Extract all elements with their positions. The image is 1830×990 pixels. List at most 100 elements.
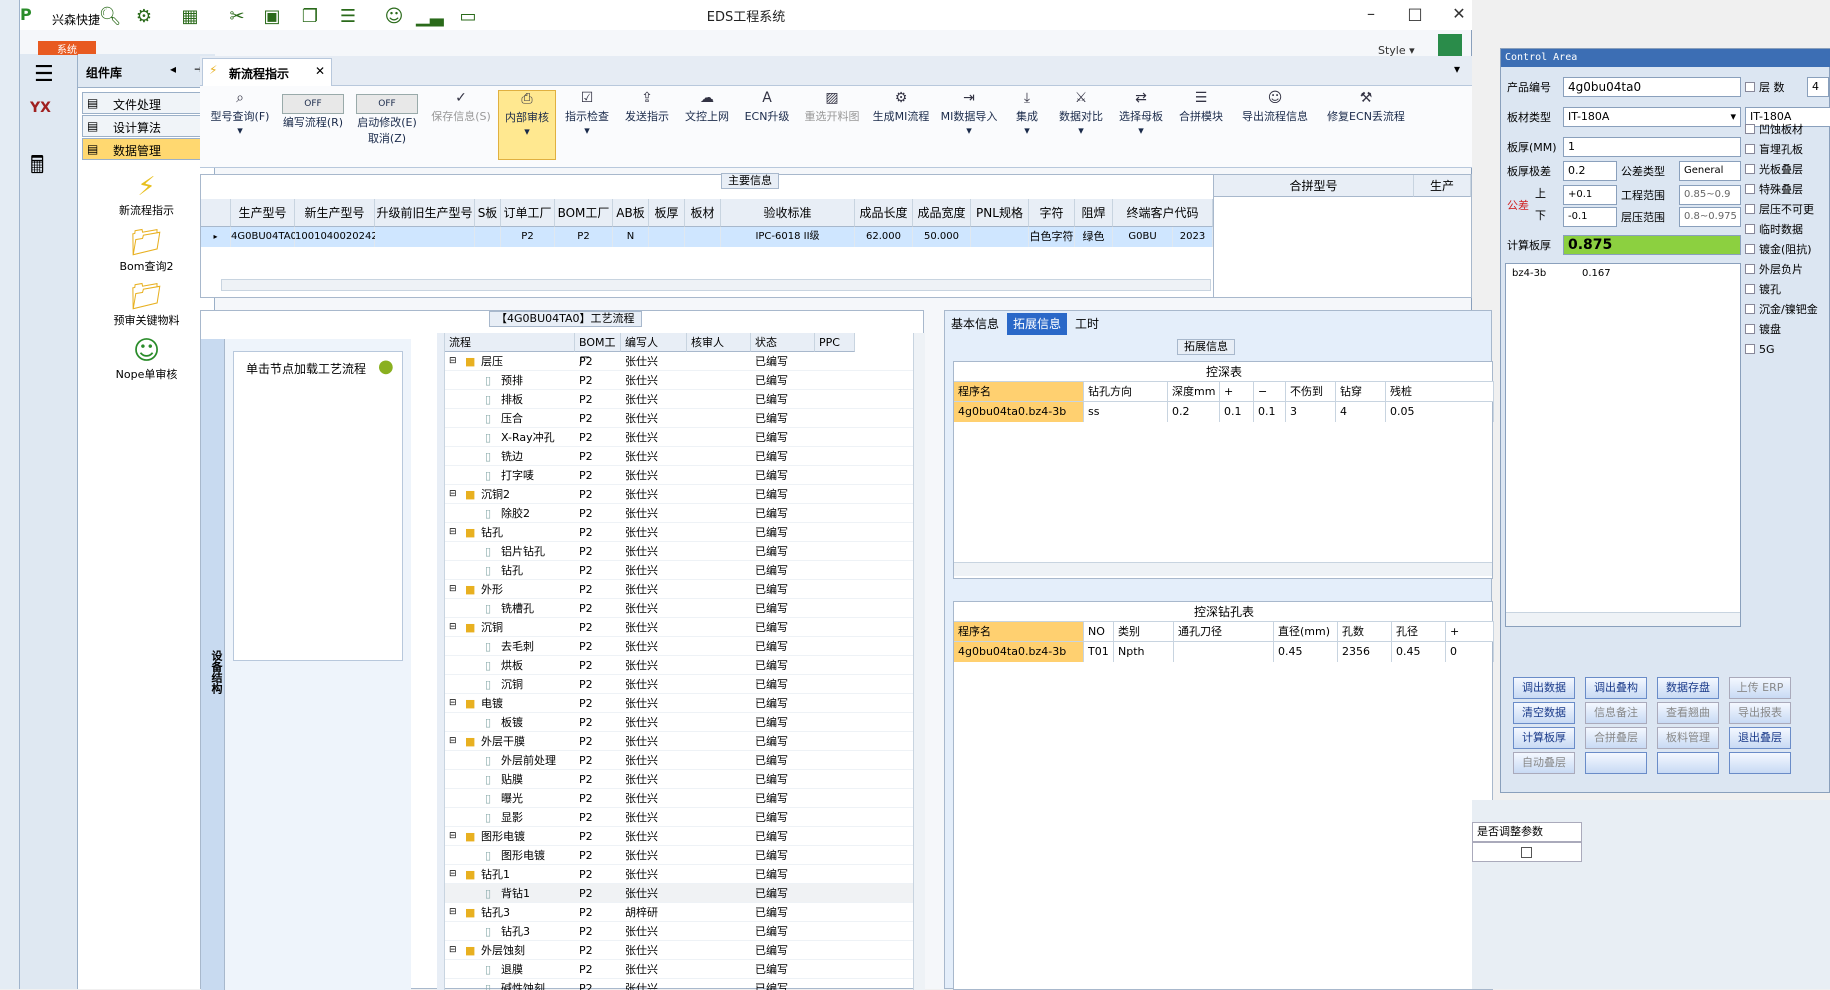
cell[interactable]: 62.000 xyxy=(855,227,913,247)
control-button[interactable]: 自动叠层 xyxy=(1513,752,1575,774)
expand-icon[interactable]: ⊟ xyxy=(449,827,457,846)
tree-row[interactable]: ▯ 压合 P2 张仕兴 已编写 xyxy=(445,409,915,428)
col-header[interactable]: BOM工厂 xyxy=(575,333,621,368)
cell[interactable]: 3 xyxy=(1286,402,1336,422)
cell[interactable] xyxy=(475,227,501,247)
list-item[interactable]: bz4-3b xyxy=(1512,268,1546,279)
col-header[interactable]: 板材 xyxy=(685,199,721,227)
expand-icon[interactable]: ⊟ xyxy=(449,865,457,884)
tree-row[interactable]: ▯ X-Ray冲孔 P2 张仕兴 已编写 xyxy=(445,428,915,447)
upload-button[interactable]: ☁ 文控上网 xyxy=(678,90,736,160)
tree-row[interactable]: ▯ 铝片钻孔 P2 张仕兴 已编写 xyxy=(445,542,915,561)
horizontal-scrollbar[interactable] xyxy=(221,279,1211,291)
tree-row[interactable]: ▯ 图形电镀 P2 张仕兴 已编写 xyxy=(445,846,915,865)
control-button[interactable] xyxy=(1657,752,1719,774)
col-header[interactable]: 钻穿 xyxy=(1336,382,1386,402)
cell[interactable]: 0.1 xyxy=(1254,402,1286,422)
layer-input[interactable]: 4 xyxy=(1807,77,1829,97)
col-header[interactable]: 板厚 xyxy=(649,199,685,227)
col-header[interactable]: 核审人 xyxy=(687,333,751,352)
control-button[interactable]: 调出叠构 xyxy=(1585,677,1647,699)
col-header[interactable]: 订单工厂 xyxy=(501,199,555,227)
integrate-button[interactable]: ⤓ 集成 ▾ xyxy=(1004,90,1050,160)
col-header[interactable]: 孔径 xyxy=(1392,622,1446,642)
tree-row[interactable]: ▯ 碱性蚀刻 P2 张仕兴 已编写 xyxy=(445,979,915,990)
tree-row[interactable]: ▯ 外层前处理 P2 张仕兴 已编写 xyxy=(445,751,915,770)
expand-icon[interactable]: ⊟ xyxy=(449,694,457,713)
tree-row[interactable]: ▯ 去毛刺 P2 张仕兴 已编写 xyxy=(445,637,915,656)
tree-row[interactable]: ⊟ ■ 钻孔3 P2 胡梓研 已编写 xyxy=(445,903,915,922)
cell[interactable]: 白色字符 xyxy=(1029,227,1075,247)
tolerance-select[interactable]: 0.2 xyxy=(1563,161,1617,181)
control-button[interactable] xyxy=(1729,752,1791,774)
tree-row[interactable]: ⊟ ■ 钻孔 P2 张仕兴 已编写 xyxy=(445,523,915,542)
tree-row[interactable]: ▯ 打字唛 P2 张仕兴 已编写 xyxy=(445,466,915,485)
tab-work-hours[interactable]: 工时 xyxy=(1069,313,1105,335)
cell[interactable]: 2023 xyxy=(1173,227,1213,247)
col-header[interactable]: PNL规格 xyxy=(971,199,1029,227)
col-header[interactable]: 不伤到 xyxy=(1286,382,1336,402)
col-header[interactable]: 程序名 xyxy=(954,622,1084,642)
cell[interactable]: IPC-6018 II级 xyxy=(721,227,855,247)
close-icon[interactable]: ✕ xyxy=(1444,4,1474,26)
option-checkbox[interactable]: 镀孔 xyxy=(1745,281,1781,299)
cell[interactable]: G0BU xyxy=(1113,227,1173,247)
option-checkbox[interactable]: 凹蚀板材 xyxy=(1745,121,1803,139)
col-header[interactable]: 孔数 xyxy=(1338,622,1392,642)
col-header[interactable]: PPC xyxy=(815,333,855,352)
tolerance-type-select[interactable]: General xyxy=(1679,161,1741,181)
col-header[interactable]: 验收标准 xyxy=(721,199,855,227)
calculator-icon[interactable]: 🖩︎ xyxy=(30,148,44,189)
cell[interactable]: Npth xyxy=(1114,642,1174,662)
compare-button[interactable]: ⚔ 数据对比 ▾ xyxy=(1052,90,1110,160)
product-no-input[interactable]: 4g0bu04ta0 xyxy=(1563,77,1741,97)
model-query-button[interactable]: ⌕ 型号查询(F) ▾ xyxy=(204,90,276,160)
col-header[interactable]: 深度mm xyxy=(1168,382,1220,402)
col-header[interactable]: 合拼型号 xyxy=(1214,175,1414,197)
material-select[interactable]: IT-180A ▾ xyxy=(1563,107,1741,127)
tree-row[interactable]: ⊟ ■ 沉铜2 P2 张仕兴 已编写 xyxy=(445,485,915,504)
expand-icon[interactable]: ⊟ xyxy=(449,485,457,504)
col-header[interactable]: BOM工厂 xyxy=(555,199,613,227)
option-checkbox[interactable]: 镀金(阻抗) xyxy=(1745,241,1812,259)
cell[interactable]: 绿色 xyxy=(1075,227,1113,247)
expand-icon[interactable]: ⊟ xyxy=(449,523,457,542)
col-header[interactable]: 阻焊 xyxy=(1075,199,1113,227)
col-header[interactable]: 直径(mm) xyxy=(1274,622,1338,642)
hamburger-icon[interactable]: ☰ xyxy=(34,62,54,87)
option-checkbox[interactable]: 5G xyxy=(1745,341,1775,359)
col-header[interactable]: AB板 xyxy=(613,199,649,227)
yx-icon[interactable]: YX xyxy=(30,100,51,116)
tree-row[interactable]: ⊟ ■ 电镀 P2 张仕兴 已编写 xyxy=(445,694,915,713)
tree-row[interactable]: ▯ 板镀 P2 张仕兴 已编写 xyxy=(445,713,915,732)
lower-input[interactable]: -0.1 xyxy=(1563,207,1617,227)
control-button[interactable]: 调出数据 xyxy=(1513,677,1575,699)
adjust-params-cell[interactable] xyxy=(1472,842,1582,862)
option-checkbox[interactable]: 镀盘 xyxy=(1745,321,1781,339)
cell[interactable] xyxy=(971,227,1029,247)
nav-new-flow[interactable]: ⚡ 新流程指示 xyxy=(78,172,215,218)
cell[interactable]: 0.05 xyxy=(1386,402,1494,422)
col-header[interactable]: 成品长度 xyxy=(855,199,913,227)
chevron-down-icon[interactable]: ▾ xyxy=(1454,62,1460,76)
mother-board-button[interactable]: ⇄ 选择母板 ▾ xyxy=(1112,90,1170,160)
tab-new-flow[interactable]: ⚡ 新流程指示 ✕ xyxy=(202,58,332,86)
tree-row[interactable]: ⊟ ■ 外层蚀刻 P2 张仕兴 已编写 xyxy=(445,941,915,960)
cell[interactable]: 4g0bu04ta0.bz4-3b xyxy=(954,642,1084,662)
col-header[interactable]: 状态 xyxy=(751,333,815,352)
start-modify-button[interactable]: OFF 启动修改(E) 取消(Z) xyxy=(350,90,424,160)
device-structure-tab[interactable]: 设备结构 xyxy=(201,339,225,990)
check-button[interactable]: ☑ 指示检查 ▾ xyxy=(558,90,616,160)
cell[interactable] xyxy=(375,227,475,247)
reselect-button[interactable]: ▨ 重选开料图 xyxy=(798,90,866,160)
tree-row[interactable]: ▯ 铣边 P2 张仕兴 已编写 xyxy=(445,447,915,466)
ecn-upgrade-button[interactable]: A ECN升级 xyxy=(738,90,796,160)
nav-nope-review[interactable]: ☺ Nope单审核 xyxy=(78,336,215,382)
tree-row[interactable]: ⊟ ■ 沉铜 P2 张仕兴 已编写 xyxy=(445,618,915,637)
fix-ecn-button[interactable]: ⚒ 修复ECN丢流程 xyxy=(1320,90,1412,160)
control-button[interactable]: 数据存盘 xyxy=(1657,677,1719,699)
tree-row[interactable]: ▯ 预排 P2 张仕兴 已编写 xyxy=(445,371,915,390)
col-header[interactable]: 钻孔方向 xyxy=(1084,382,1168,402)
control-button[interactable]: 板料管理 xyxy=(1657,727,1719,749)
upper-input[interactable]: +0.1 xyxy=(1563,185,1617,205)
